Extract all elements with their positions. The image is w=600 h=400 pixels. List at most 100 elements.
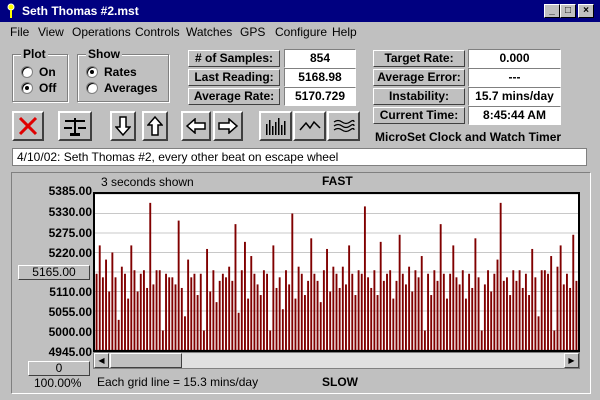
rate-bar — [288, 284, 291, 350]
zero-button[interactable]: 0 — [28, 361, 90, 376]
rate-bar — [367, 277, 370, 350]
rate-bar — [256, 284, 259, 350]
maximize-button[interactable]: □ — [560, 4, 576, 18]
scroll-down-button[interactable] — [110, 111, 136, 141]
fast-label: FAST — [322, 174, 353, 188]
scroll-up-button[interactable] — [142, 111, 168, 141]
scrollbar-thumb[interactable] — [110, 353, 182, 368]
rate-bar — [300, 273, 303, 350]
scroll-left-arrow-button[interactable]: ◀ — [94, 353, 109, 368]
show-rates-radio[interactable] — [86, 66, 98, 78]
balance-button[interactable] — [58, 111, 92, 141]
menu-file[interactable]: File — [10, 25, 29, 39]
rate-bar — [373, 270, 376, 350]
rate-bar — [414, 270, 417, 350]
rate-bar — [420, 256, 423, 350]
average-error-value: --- — [468, 68, 561, 87]
title-bar[interactable]: Seth Thomas #2.mst — [0, 0, 600, 22]
arrow-up-icon — [147, 115, 163, 136]
rate-bar — [136, 291, 139, 350]
rate-bar — [307, 280, 310, 350]
ytick-label: 5220.00 — [48, 246, 92, 260]
rate-bar — [209, 291, 212, 350]
rate-bar — [196, 295, 199, 350]
rate-bar — [98, 245, 101, 350]
menu-configure[interactable]: Configure — [275, 25, 327, 39]
rate-bar — [531, 248, 534, 350]
rate-bar — [212, 270, 215, 350]
stop-button[interactable] — [12, 111, 44, 141]
menu-help[interactable]: Help — [332, 25, 357, 39]
rate-bar — [130, 245, 133, 350]
wave-view-button[interactable] — [327, 111, 360, 141]
rate-bar — [506, 277, 508, 350]
ytick-label: 5330.00 — [48, 205, 92, 219]
arrow-down-icon — [115, 116, 131, 137]
rate-bar — [326, 248, 328, 350]
rate-bar — [165, 273, 167, 350]
plot-on-radio[interactable] — [21, 66, 33, 78]
rate-bar — [332, 266, 335, 350]
rate-bar — [452, 245, 455, 350]
menu-controls[interactable]: Controls — [135, 25, 180, 39]
rate-bar — [502, 280, 505, 350]
show-averages-option[interactable]: Averages — [86, 81, 158, 95]
red-x-icon — [18, 116, 38, 136]
rate-bar — [490, 291, 493, 350]
rate-bar — [348, 245, 351, 350]
plot-off-radio[interactable] — [21, 82, 33, 94]
show-averages-radio[interactable] — [86, 82, 98, 94]
menu-watches[interactable]: Watches — [186, 25, 232, 39]
rate-bar — [114, 277, 117, 350]
rate-bar — [376, 295, 379, 350]
current-time-value: 8:45:44 AM — [468, 106, 561, 125]
rate-bar — [433, 270, 436, 350]
rate-bar — [351, 273, 354, 350]
close-window-button[interactable]: × — [578, 4, 594, 18]
samples-value: 854 — [284, 49, 356, 68]
average-error-label: Average Error: — [373, 69, 465, 86]
show-rates-option[interactable]: Rates — [86, 65, 137, 79]
show-group-title: Show — [86, 47, 122, 61]
rate-bar — [174, 284, 177, 350]
rate-bar — [152, 284, 155, 350]
rate-bar — [401, 273, 404, 350]
rate-bar — [515, 280, 518, 350]
plot-on-option[interactable]: On — [21, 65, 56, 79]
bar-chart-view-button[interactable] — [259, 111, 292, 141]
show-group: Show Rates Averages — [77, 47, 169, 102]
slow-label: SLOW — [322, 375, 358, 389]
rate-bar — [202, 330, 205, 350]
rate-bar — [345, 284, 347, 350]
rate-bar — [259, 295, 262, 350]
plot-off-option[interactable]: Off — [21, 81, 56, 95]
notes-field[interactable]: 4/10/02: Seth Thomas #2, every other bea… — [12, 148, 587, 166]
rate-bar — [105, 259, 107, 350]
rate-bar — [556, 266, 559, 350]
menu-gps[interactable]: GPS — [240, 25, 265, 39]
scroll-right-button[interactable] — [213, 111, 243, 141]
rate-bar — [566, 273, 568, 350]
app-clock-icon[interactable] — [4, 3, 18, 19]
rate-bar — [439, 224, 442, 350]
chart-horizontal-scrollbar[interactable]: ◀ ▶ — [93, 352, 580, 369]
line-chart-icon — [298, 120, 321, 131]
rate-bar — [487, 270, 489, 350]
rate-bar — [575, 280, 578, 350]
rate-bar — [310, 238, 313, 350]
menu-operations[interactable]: Operations — [72, 25, 131, 39]
scroll-left-button[interactable] — [181, 111, 211, 141]
minimize-button[interactable]: _ — [544, 4, 560, 18]
scroll-right-arrow-button[interactable]: ▶ — [564, 353, 579, 368]
line-chart-view-button[interactable] — [293, 111, 326, 141]
rate-bar — [423, 330, 426, 350]
rate-bar — [408, 266, 411, 350]
rate-bar — [524, 273, 527, 350]
rate-bar — [458, 284, 461, 350]
show-averages-label: Averages — [104, 81, 158, 95]
rate-bar — [184, 316, 186, 350]
center-value-button[interactable]: 5165.00 — [18, 265, 90, 280]
menu-view[interactable]: View — [38, 25, 64, 39]
rate-bar — [193, 273, 196, 350]
rate-bar — [405, 284, 407, 350]
